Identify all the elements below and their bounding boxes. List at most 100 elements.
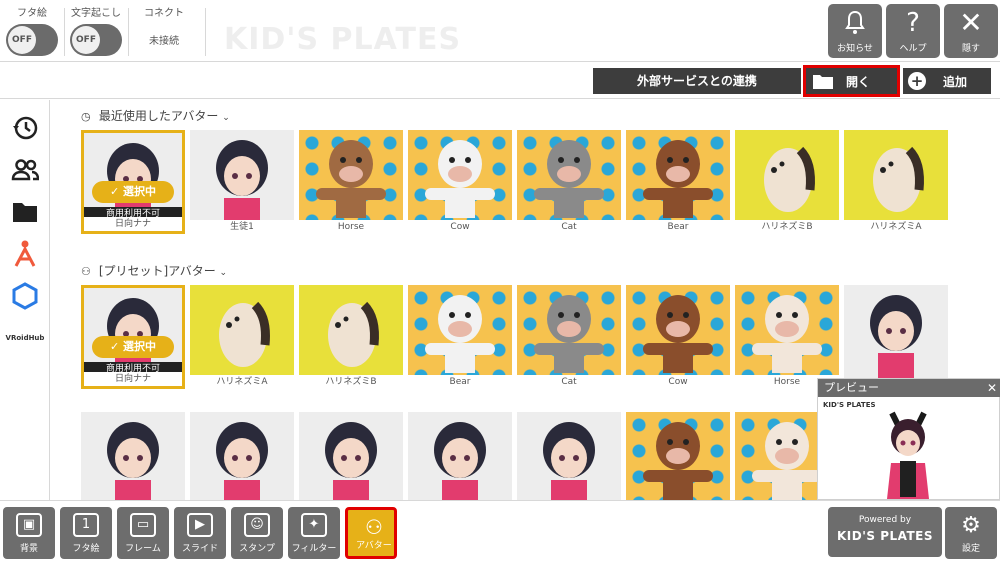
avatar-tile[interactable] bbox=[626, 412, 730, 500]
sidebar-item-presets[interactable] bbox=[5, 152, 45, 188]
preview-logo: KID'S PLATES bbox=[823, 401, 876, 409]
close-icon[interactable]: ✕ bbox=[987, 379, 997, 397]
avatar-tile[interactable]: 生徒1 bbox=[190, 130, 294, 234]
connect-status: 未接続 bbox=[149, 36, 179, 47]
avatar-icon: ⚇ bbox=[365, 515, 383, 539]
cover-toggle[interactable]: フタ絵 OFF bbox=[2, 4, 62, 58]
avatar-name: Cat bbox=[517, 375, 621, 389]
close-icon: ✕ bbox=[959, 6, 983, 39]
tool-label: フタ絵 bbox=[72, 544, 100, 554]
hide-button[interactable]: ✕ 隠す bbox=[944, 4, 998, 58]
avatar-tile[interactable] bbox=[81, 412, 185, 500]
avatar-thumbnail bbox=[202, 134, 282, 228]
notifications-button[interactable]: お知らせ bbox=[828, 4, 882, 58]
vroidhub-logo: VRoidHub bbox=[5, 334, 45, 342]
settings-label: 設定 bbox=[961, 544, 980, 554]
avatar-tile[interactable]: ハリネズミB bbox=[735, 130, 839, 234]
avatar-name: Horse bbox=[299, 220, 403, 234]
avatar-tile[interactable] bbox=[844, 285, 948, 389]
tool-slide-button[interactable]: ▶ スライド bbox=[174, 507, 226, 559]
avatar-tile[interactable] bbox=[190, 412, 294, 500]
avatar-tile[interactable]: Cow bbox=[408, 130, 512, 234]
help-button[interactable]: ? ヘルプ bbox=[886, 4, 940, 58]
settings-button[interactable]: ⚙ 設定 bbox=[945, 507, 997, 559]
tool-cover-button[interactable]: 1 フタ絵 bbox=[60, 507, 112, 559]
sidebar-item-hexagon[interactable] bbox=[5, 278, 45, 314]
gear-icon: ⚙ bbox=[961, 513, 981, 538]
tool-label: アバター bbox=[356, 541, 392, 551]
sidebar-item-vroidhub[interactable]: VRoidHub bbox=[5, 320, 45, 356]
preset-section-title: [プリセット]アバター bbox=[98, 264, 216, 278]
powered-by-label: Powered by bbox=[858, 515, 912, 525]
cover-toggle-switch[interactable]: OFF bbox=[6, 24, 58, 56]
avatar-thumbnail bbox=[633, 289, 723, 377]
avatar-tile[interactable] bbox=[299, 412, 403, 500]
avatar-tile[interactable]: Cat bbox=[517, 285, 621, 389]
preview-header: プレビュー ✕ bbox=[818, 379, 1000, 397]
tool-frame-button[interactable]: ▭ フレーム bbox=[117, 507, 169, 559]
avatar-name: Cat bbox=[517, 220, 621, 234]
recent-section-header[interactable]: ◷ 最近使用したアバター ⌄ bbox=[81, 107, 230, 124]
image-icon: ▣ bbox=[16, 513, 42, 537]
avatar-tile[interactable] bbox=[517, 412, 621, 500]
action-row: 外部サービスとの連携 開く + 追加 bbox=[0, 63, 1000, 99]
transcription-toggle-switch[interactable]: OFF bbox=[70, 24, 122, 56]
tool-stamp-button[interactable]: ☺ スタンプ bbox=[231, 507, 283, 559]
tool-avatar-button[interactable]: ⚇ アバター bbox=[345, 507, 397, 559]
add-button[interactable]: + 追加 bbox=[903, 68, 991, 94]
avatar-tile[interactable]: ✓ 選択中 商用利用不可 日向ナナ bbox=[81, 130, 185, 234]
toggle-knob: OFF bbox=[8, 26, 36, 54]
avatar-tile[interactable]: Bear bbox=[408, 285, 512, 389]
hexagon-icon bbox=[12, 282, 38, 310]
tool-image-button[interactable]: ▣ 背景 bbox=[3, 507, 55, 559]
avatar-tile[interactable]: ハリネズミA bbox=[190, 285, 294, 389]
open-label: 開く bbox=[846, 75, 871, 89]
avatar-tile[interactable]: Bear bbox=[626, 130, 730, 234]
preset-section-header[interactable]: ⚇ [プリセット]アバター ⌄ bbox=[81, 262, 227, 279]
avatar-tile[interactable]: Cow bbox=[626, 285, 730, 389]
transcription-toggle[interactable]: 文字起こし OFF bbox=[66, 4, 126, 58]
sidebar-item-folder[interactable] bbox=[5, 194, 45, 230]
avatar-tile[interactable]: Cat bbox=[517, 130, 621, 234]
avatar-tile[interactable]: Horse bbox=[735, 285, 839, 389]
avatar-thumbnail bbox=[415, 134, 505, 222]
avatar-name: ハリネズミA bbox=[190, 375, 294, 389]
powered-by-button[interactable]: Powered by KID'S PLATES bbox=[828, 507, 942, 557]
avatar-thumbnail bbox=[742, 289, 832, 377]
avatar-name: ハリネズミB bbox=[299, 375, 403, 389]
sidebar-item-history[interactable] bbox=[5, 110, 45, 146]
avatar-thumbnail bbox=[306, 134, 396, 222]
preview-panel[interactable]: プレビュー ✕ KID'S PLATES bbox=[817, 378, 1000, 500]
tool-label: フレーム bbox=[125, 544, 161, 554]
tool-label: スタンプ bbox=[239, 544, 275, 554]
avatar-name: Cow bbox=[408, 220, 512, 234]
help-label: ヘルプ bbox=[899, 44, 927, 54]
divider bbox=[64, 8, 65, 56]
avatar-tile[interactable]: ハリネズミA bbox=[844, 130, 948, 234]
avatar-tile[interactable]: Horse bbox=[299, 130, 403, 234]
avatar-name: Bear bbox=[408, 375, 512, 389]
open-button[interactable]: 開く bbox=[803, 65, 900, 97]
selected-badge: ✓ 選択中 bbox=[92, 336, 174, 358]
avatar-tile[interactable]: ✓ 選択中 商用利用不可 日向ナナ bbox=[81, 285, 185, 389]
cover-toggle-label: フタ絵 bbox=[17, 8, 47, 19]
avatar-thumbnail bbox=[529, 416, 609, 500]
history-icon bbox=[13, 116, 38, 140]
avatar-thumbnail bbox=[93, 416, 173, 500]
history-icon: ◷ bbox=[81, 110, 91, 123]
avatar-tile[interactable]: ハリネズミB bbox=[299, 285, 403, 389]
tool-filter-button[interactable]: ✦ フィルター bbox=[288, 507, 340, 559]
avatar-thumbnail bbox=[524, 289, 614, 377]
avatar-name: ハリネズミB bbox=[735, 220, 839, 234]
filter-icon: ✦ bbox=[301, 513, 327, 537]
avatar-tile[interactable] bbox=[408, 412, 512, 500]
chevron-down-icon: ⌄ bbox=[222, 113, 230, 123]
sidebar-item-character[interactable] bbox=[5, 236, 45, 272]
avatar-thumbnail bbox=[420, 416, 500, 500]
avatar-name: 日向ナナ bbox=[84, 217, 182, 231]
chevron-down-icon: ⌄ bbox=[219, 268, 228, 278]
avatar-name: 生徒1 bbox=[190, 220, 294, 234]
external-services-button[interactable]: 外部サービスとの連携 bbox=[593, 68, 801, 94]
help-icon: ? bbox=[906, 8, 920, 38]
avatar-name: ハリネズミA bbox=[844, 220, 948, 234]
